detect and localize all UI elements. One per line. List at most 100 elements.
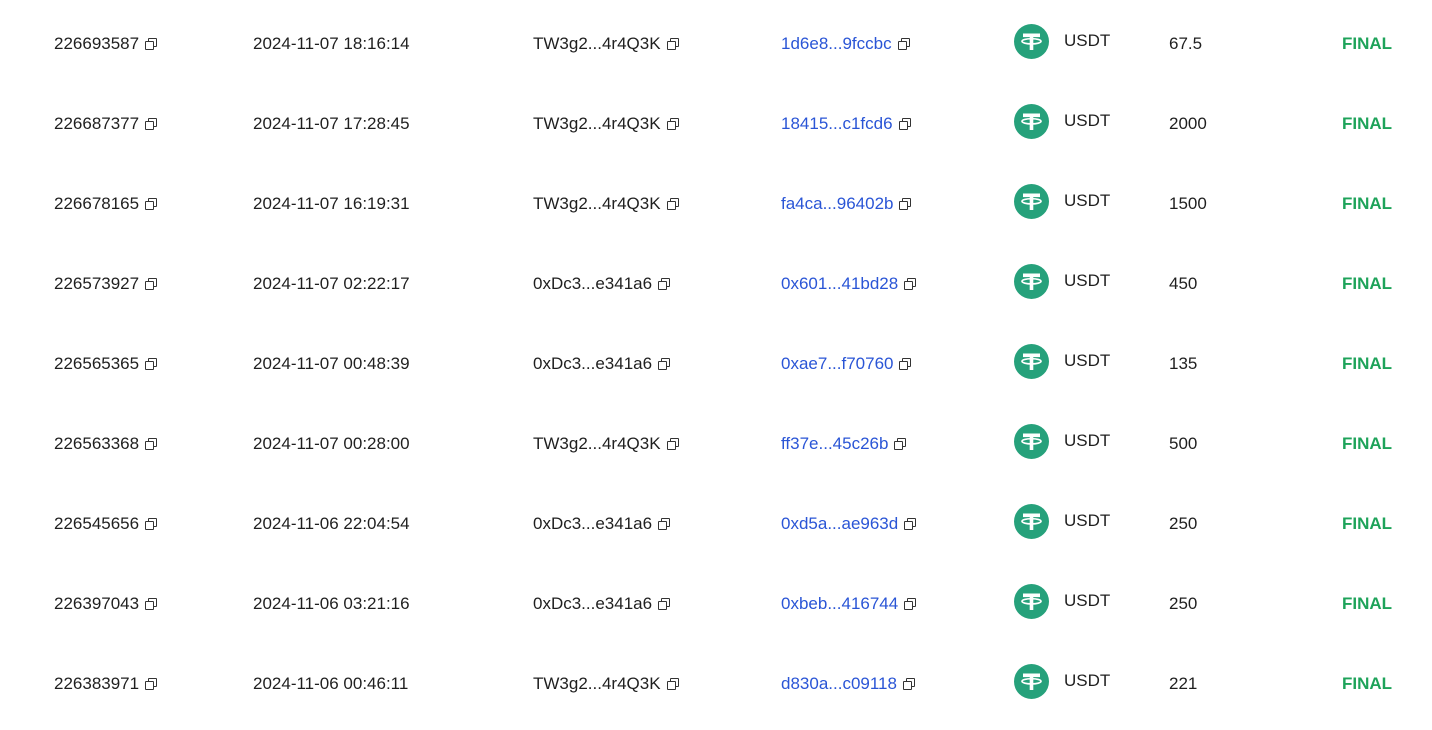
amount: 250 xyxy=(1169,594,1198,613)
timestamp-cell: 2024-11-07 18:16:14 xyxy=(253,4,410,84)
coin-cell: USDT xyxy=(1014,564,1110,644)
copy-icon[interactable] xyxy=(145,438,158,450)
copy-icon[interactable] xyxy=(145,678,158,690)
address-cell: TW3g2...4r4Q3K xyxy=(533,84,679,164)
tx-hash-link[interactable]: 0xae7...f70760 xyxy=(781,354,893,374)
coin-symbol: USDT xyxy=(1064,351,1111,370)
tether-usdt-icon xyxy=(1014,103,1049,139)
table-row: 226573927 2024-11-07 02:22:17 0xDc3...e3… xyxy=(0,244,1432,324)
status-badge: FINAL xyxy=(1342,434,1393,453)
copy-icon[interactable] xyxy=(145,38,158,50)
transactions-table: 226693587 2024-11-07 18:16:14 TW3g2...4r… xyxy=(0,4,1432,724)
timestamp-cell: 2024-11-07 17:28:45 xyxy=(253,84,410,164)
coin-cell: USDT xyxy=(1014,404,1110,484)
order-id-cell: 226397043 xyxy=(54,564,158,644)
timestamp: 2024-11-07 02:22:17 xyxy=(253,274,410,293)
copy-icon[interactable] xyxy=(666,38,679,50)
copy-icon[interactable] xyxy=(145,518,158,530)
order-id: 226383971 xyxy=(54,674,140,693)
status-cell: FINAL xyxy=(1342,564,1392,644)
address-cell: TW3g2...4r4Q3K xyxy=(533,644,679,724)
tx-hash-link[interactable]: 18415...c1fcd6 xyxy=(781,114,893,134)
tx-hash-cell: 0xae7...f70760 xyxy=(781,324,912,404)
table-row: 226383971 2024-11-06 00:46:11 TW3g2...4r… xyxy=(0,644,1432,724)
order-id: 226565365 xyxy=(54,354,140,373)
copy-icon[interactable] xyxy=(145,198,158,210)
coin-symbol: USDT xyxy=(1064,191,1111,210)
copy-icon[interactable] xyxy=(666,118,679,130)
timestamp-cell: 2024-11-07 02:22:17 xyxy=(253,244,410,324)
timestamp: 2024-11-06 22:04:54 xyxy=(253,514,410,533)
tx-hash-link[interactable]: fa4ca...96402b xyxy=(781,194,893,214)
coin-symbol: USDT xyxy=(1064,271,1111,290)
status-badge: FINAL xyxy=(1342,274,1393,293)
status-cell: FINAL xyxy=(1342,324,1392,404)
copy-icon[interactable] xyxy=(902,678,915,690)
copy-icon[interactable] xyxy=(904,278,917,290)
tx-hash-link[interactable]: ff37e...45c26b xyxy=(781,434,888,454)
order-id: 226678165 xyxy=(54,194,140,213)
timestamp: 2024-11-06 00:46:11 xyxy=(253,674,409,693)
coin-symbol: USDT xyxy=(1064,511,1111,530)
copy-icon[interactable] xyxy=(666,678,679,690)
amount: 1500 xyxy=(1169,194,1207,213)
coin-cell: USDT xyxy=(1014,324,1110,404)
amount-cell: 1500 xyxy=(1169,164,1207,244)
copy-icon[interactable] xyxy=(894,438,907,450)
copy-icon[interactable] xyxy=(904,518,917,530)
address: 0xDc3...e341a6 xyxy=(533,274,653,293)
address: TW3g2...4r4Q3K xyxy=(533,674,661,693)
timestamp: 2024-11-07 16:19:31 xyxy=(253,194,410,213)
copy-icon[interactable] xyxy=(897,38,910,50)
tx-hash-link[interactable]: 0xbeb...416744 xyxy=(781,594,898,614)
copy-icon[interactable] xyxy=(145,358,158,370)
copy-icon[interactable] xyxy=(145,598,158,610)
amount-cell: 67.5 xyxy=(1169,4,1202,84)
copy-icon[interactable] xyxy=(145,278,158,290)
order-id-cell: 226573927 xyxy=(54,244,158,324)
order-id: 226693587 xyxy=(54,34,140,53)
timestamp: 2024-11-06 03:21:16 xyxy=(253,594,410,613)
copy-icon[interactable] xyxy=(145,118,158,130)
copy-icon[interactable] xyxy=(904,598,917,610)
timestamp: 2024-11-07 18:16:14 xyxy=(253,34,410,53)
address-cell: TW3g2...4r4Q3K xyxy=(533,4,679,84)
tx-hash-cell: 0xbeb...416744 xyxy=(781,564,917,644)
status-badge: FINAL xyxy=(1342,194,1393,213)
coin-cell: USDT xyxy=(1014,244,1110,324)
amount-cell: 135 xyxy=(1169,324,1197,404)
table-row: 226397043 2024-11-06 03:21:16 0xDc3...e3… xyxy=(0,564,1432,644)
tether-usdt-icon xyxy=(1014,663,1049,699)
order-id-cell: 226383971 xyxy=(54,644,158,724)
amount-cell: 500 xyxy=(1169,404,1197,484)
copy-icon[interactable] xyxy=(658,278,671,290)
copy-icon[interactable] xyxy=(899,198,912,210)
tx-hash-cell: fa4ca...96402b xyxy=(781,164,912,244)
status-badge: FINAL xyxy=(1342,354,1393,373)
copy-icon[interactable] xyxy=(658,518,671,530)
timestamp-cell: 2024-11-06 22:04:54 xyxy=(253,484,410,564)
copy-icon[interactable] xyxy=(666,198,679,210)
coin-symbol: USDT xyxy=(1064,671,1111,690)
timestamp-cell: 2024-11-06 00:46:11 xyxy=(253,644,408,724)
amount-cell: 2000 xyxy=(1169,84,1207,164)
copy-icon[interactable] xyxy=(666,438,679,450)
tx-hash-link[interactable]: 0x601...41bd28 xyxy=(781,274,898,294)
copy-icon[interactable] xyxy=(899,358,912,370)
timestamp-cell: 2024-11-07 00:48:39 xyxy=(253,324,410,404)
coin-cell: USDT xyxy=(1014,164,1110,244)
tx-hash-link[interactable]: 1d6e8...9fccbc xyxy=(781,34,892,54)
status-cell: FINAL xyxy=(1342,404,1392,484)
tx-hash-link[interactable]: 0xd5a...ae963d xyxy=(781,514,898,534)
status-cell: FINAL xyxy=(1342,4,1392,84)
copy-icon[interactable] xyxy=(898,118,911,130)
tether-usdt-icon xyxy=(1014,183,1049,219)
status-badge: FINAL xyxy=(1342,514,1393,533)
copy-icon[interactable] xyxy=(658,358,671,370)
tx-hash-link[interactable]: d830a...c09118 xyxy=(781,674,897,694)
order-id-cell: 226545656 xyxy=(54,484,158,564)
copy-icon[interactable] xyxy=(658,598,671,610)
address-cell: 0xDc3...e341a6 xyxy=(533,564,671,644)
timestamp-cell: 2024-11-06 03:21:16 xyxy=(253,564,410,644)
tx-hash-cell: 0xd5a...ae963d xyxy=(781,484,917,564)
